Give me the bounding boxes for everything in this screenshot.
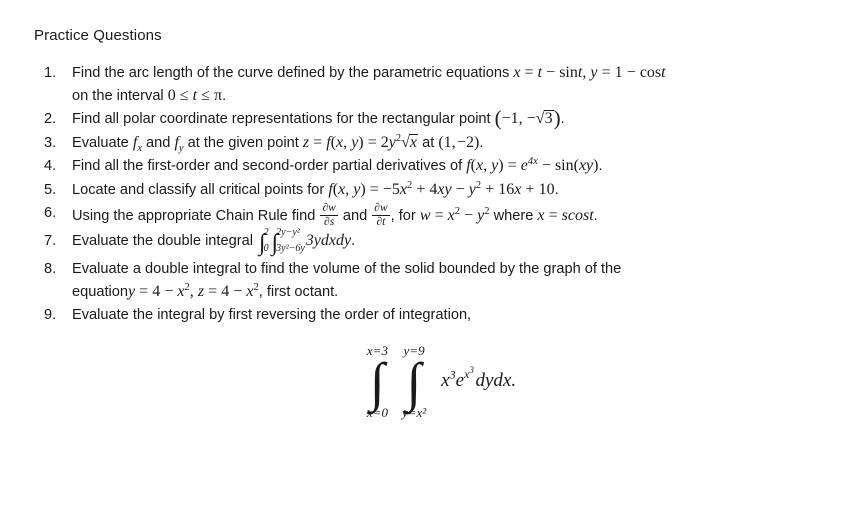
question-number: 9.: [44, 307, 57, 324]
q1-math-interval: 0 ≤ t ≤ π: [167, 86, 223, 104]
question-item-2: 2. Find all polar coordinate representat…: [34, 108, 844, 131]
document-page: Practice Questions 1. Find the arc lengt…: [0, 0, 858, 511]
integral-sign-icon: ∫: [406, 351, 422, 412]
integral-limits: 2y−y² 3y²−6y: [276, 227, 305, 255]
display-integrand: x3ex3 dydx.: [441, 365, 517, 394]
q6-fraction-dw-dt: ∂w ∂t: [372, 202, 390, 229]
q1-period: .: [222, 87, 227, 104]
integral-sign-icon: ∫: [370, 351, 385, 412]
question-item-9: 9. Evaluate the integral by first revers…: [34, 304, 844, 327]
q3-fx: fx: [132, 133, 142, 154]
integrand-x: x: [441, 369, 450, 391]
question-item-3: 3. Evaluate fx and fy at the given point…: [34, 132, 844, 155]
q6-mid: and: [338, 208, 372, 225]
question-item-4: 4. Find all the first-order and second-o…: [34, 155, 844, 178]
fraction-numerator: ∂w: [374, 202, 388, 214]
page-title: Practice Questions: [34, 27, 162, 44]
q2-lead: Find all polar coordinate representation…: [72, 111, 495, 127]
q3-mid: and: [141, 134, 175, 151]
differentials: dydx: [475, 369, 512, 391]
q3-period: .: [479, 134, 484, 151]
integrand-e-exp-exponent: 3: [469, 365, 474, 376]
q6-math-x: x = scost: [537, 207, 594, 225]
q7-lead: Evaluate the double integral: [72, 232, 257, 249]
q7-inner-integral: ∫ 2y−y² 3y²−6y: [272, 227, 305, 258]
question-number: 1.: [44, 65, 57, 81]
q7-period: .: [351, 232, 356, 249]
q6-mid3: where: [489, 208, 538, 225]
q2-math-point: (−1, −√3): [494, 106, 561, 130]
q8-tail: , first octant.: [258, 283, 339, 300]
display-integral: x=3 ∫ x=0 y=9 ∫ y=x² x3ex3 dydx.: [362, 343, 516, 421]
question-item-5: 5. Locate and classify all critical poin…: [34, 179, 844, 202]
question-text: Find the arc length of the curve defined…: [72, 62, 844, 85]
question-number: 8.: [44, 261, 57, 278]
q1-math-parametric: x = t − sint, y = 1 − cost: [513, 64, 666, 81]
q4-math-function: f(x, y) = e4x − sin(xy): [466, 156, 599, 174]
question-number: 2.: [44, 111, 57, 127]
integral-upper-limit: 2: [263, 226, 269, 238]
q1-line2: on the interval 0 ≤ t ≤ π.: [72, 85, 844, 108]
q6-fraction-dw-ds: ∂w ∂s: [320, 202, 338, 229]
question-number: 3.: [44, 134, 57, 151]
integral-limits: 20: [263, 227, 269, 255]
q6-period: .: [593, 208, 598, 225]
integral-lower-limit: 3y²−6y: [276, 243, 305, 255]
integrand-e: e: [455, 369, 465, 391]
question-number: 7.: [44, 232, 57, 249]
fraction-denominator: ∂t: [372, 214, 390, 229]
question-text: Find all the first-order and second-orde…: [72, 155, 844, 178]
q6-math-w: w = x2 − y2: [419, 206, 490, 225]
q3-point: (1, −2): [438, 133, 480, 151]
inner-lower-limit: y=x²: [401, 404, 427, 420]
question-number: 6.: [44, 205, 57, 221]
q1-line2-lead: on the interval: [72, 87, 168, 104]
q6-lead: Using the appropriate Chain Rule find: [72, 208, 320, 225]
outer-integral: x=3 ∫ x=0: [367, 343, 388, 421]
q2-period: .: [560, 111, 565, 127]
display-period: .: [511, 369, 517, 391]
question-text: Evaluate the integral by first reversing…: [72, 307, 472, 324]
integral-upper-limit: 2y−y²: [276, 226, 300, 238]
q3-mid2: at the given point: [183, 134, 303, 151]
fraction-denominator: ∂s: [320, 214, 338, 229]
question-number: 4.: [44, 158, 57, 174]
integrand-e-exponent: x3: [464, 365, 474, 381]
q8-line1: Evaluate a double integral to find the v…: [72, 261, 622, 278]
q8-lead: equation: [72, 283, 128, 300]
question-item-1: 1. Find the arc length of the curve defi…: [34, 62, 844, 107]
q8-line2: equationy = 4 − x2, z = 4 − x2, first oc…: [72, 281, 844, 304]
q5-math-function: f(x, y) = −5x2 + 4xy − y2 + 16x + 10: [328, 179, 555, 198]
q4-lead: Find all the first-order and second-orde…: [72, 158, 467, 174]
question-item-6: 6. Using the appropriate Chain Rule find…: [34, 202, 844, 229]
q4-period: .: [598, 158, 603, 174]
q3-fy: fy: [174, 133, 184, 154]
q3-lead: Evaluate: [72, 134, 133, 151]
q1-lead: Find the arc length of the curve defined…: [72, 65, 514, 81]
display-integral-block: x=3 ∫ x=0 y=9 ∫ y=x² x3ex3 dydx.: [34, 343, 844, 438]
q8-math-equation: y = 4 − x2, z = 4 − x2: [128, 281, 259, 300]
question-number: 5.: [44, 181, 57, 198]
outer-lower-limit: x=0: [366, 404, 388, 420]
q7-outer-integral: ∫ 2 0: [259, 227, 269, 258]
q3-at: at: [418, 134, 439, 151]
inner-integral: y=9 ∫ y=x²: [402, 343, 426, 421]
integral-lower-limit: 0: [263, 243, 269, 255]
question-item-8: 8. Evaluate a double integral to find th…: [34, 258, 844, 303]
q6-mid2: , for: [390, 208, 420, 225]
fraction-numerator: ∂w: [322, 202, 336, 214]
q3-math-function: z = f(x, y) = 2y2√x: [302, 132, 419, 151]
question-text: Evaluate the double integral ∫ 2 0 ∫ 2y−y² 3y…: [72, 227, 844, 258]
q5-lead: Locate and classify all critical points …: [72, 181, 329, 198]
question-text: Evaluate fx and fy at the given point z …: [72, 132, 844, 155]
question-text: Find all polar coordinate representation…: [72, 108, 844, 131]
question-item-7: 7. Evaluate the double integral ∫ 2 0 ∫ 2y−y…: [34, 227, 844, 258]
question-text: Using the appropriate Chain Rule find ∂w…: [72, 202, 844, 229]
questions-list: 1. Find the arc length of the curve defi…: [34, 62, 844, 327]
q7-integrand: 3ydxdy: [305, 231, 352, 249]
question-text: Locate and classify all critical points …: [72, 179, 844, 202]
q5-period: .: [554, 181, 559, 198]
